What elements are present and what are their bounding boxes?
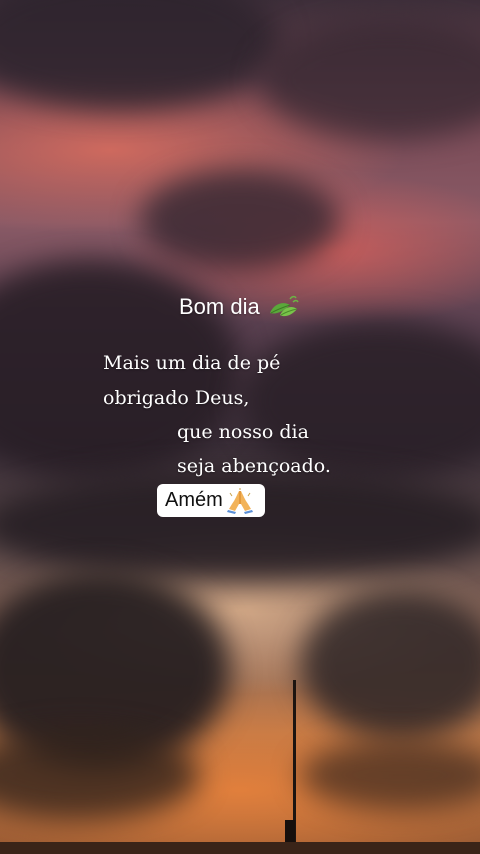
- amen-badge: Amém: [157, 484, 265, 517]
- message-line-4: seja abençoado.: [177, 455, 331, 477]
- greeting-label: Bom dia: [179, 294, 260, 319]
- praying-hands-icon: [226, 487, 254, 514]
- message-line-2: obrigado Deus,: [103, 387, 250, 409]
- message-line-3: que nosso dia: [177, 421, 309, 443]
- greeting-text: Bom dia: [179, 293, 300, 321]
- amen-label: Amém: [165, 489, 223, 511]
- message-line-1: Mais um dia de pé: [103, 352, 281, 374]
- story-text-overlay: Bom dia Mais um dia de pé obrigado Deus,…: [0, 0, 480, 854]
- leaf-icon: [266, 293, 300, 321]
- sunset-sky-background: Bom dia Mais um dia de pé obrigado Deus,…: [0, 0, 480, 854]
